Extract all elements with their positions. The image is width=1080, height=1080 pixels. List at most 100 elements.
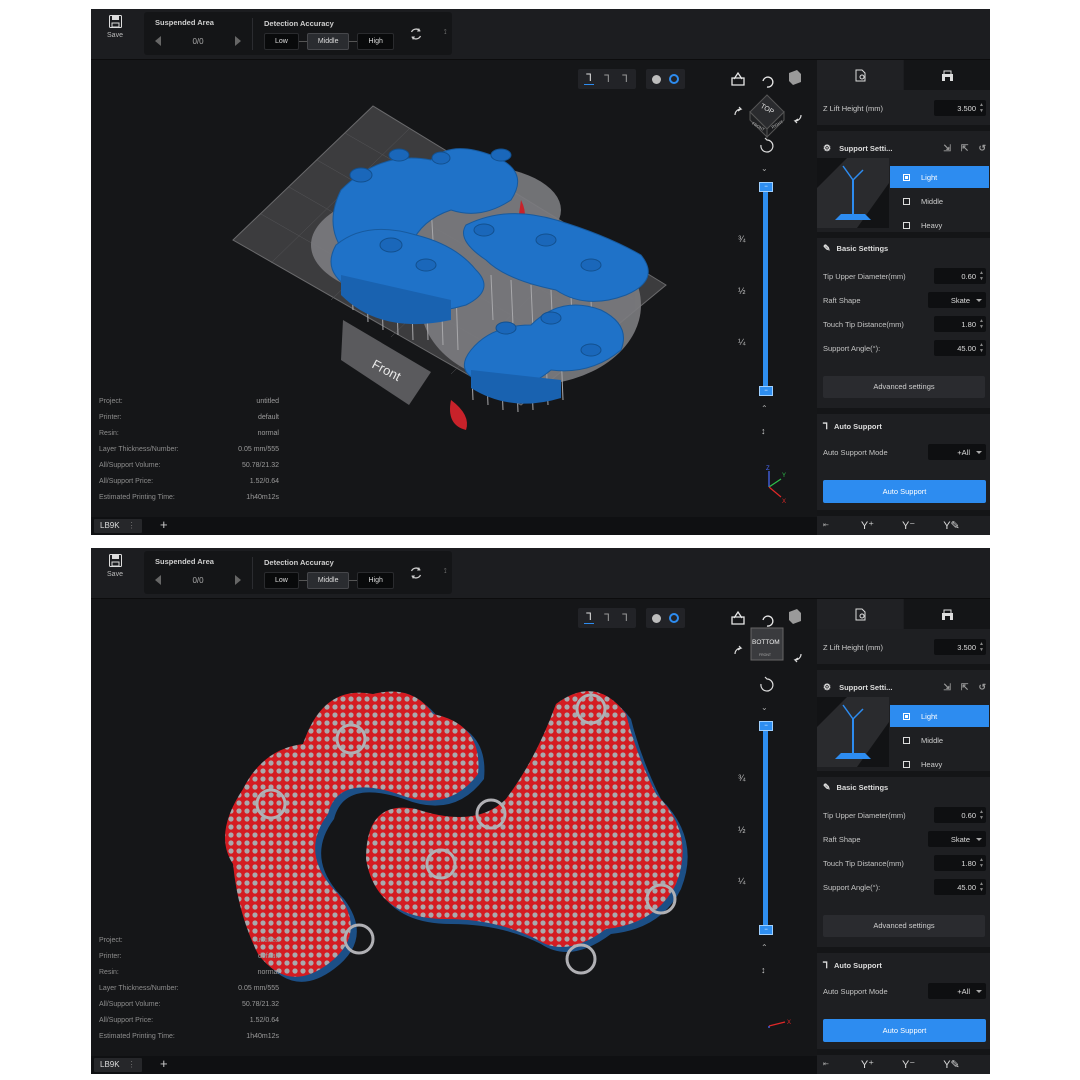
collapse-icon[interactable]: ⇤ — [823, 1060, 829, 1068]
xray-sphere-icon[interactable] — [669, 613, 679, 623]
rotate-left-icon — [734, 106, 743, 116]
printer-tab[interactable]: LB9K ⋮ — [94, 519, 142, 533]
z-lift-input[interactable]: 3.500 ▲ ▼ — [934, 639, 986, 655]
save-button[interactable]: Save — [99, 554, 131, 578]
tab-file-settings[interactable] — [817, 60, 903, 90]
solid-sphere-icon[interactable] — [652, 613, 661, 623]
tab-support[interactable] — [904, 599, 990, 629]
accuracy-middle-button[interactable]: Middle — [306, 33, 350, 50]
edit-support-icon[interactable]: Υ✎ — [943, 519, 960, 532]
file-settings-icon — [855, 69, 865, 81]
reset-icon[interactable]: ↺ — [978, 143, 986, 154]
accuracy-high-button[interactable]: High — [357, 33, 394, 50]
layer-slider[interactable]: ⌄ − − ⌃ — [758, 699, 774, 969]
layer-height-icon[interactable]: ↕ — [761, 426, 766, 436]
support-view-none-icon[interactable]: ⅂ — [620, 74, 630, 85]
chevron-down-icon[interactable]: ⌄ — [761, 164, 768, 173]
refresh-icon[interactable] — [409, 566, 423, 580]
export-icon[interactable]: ⇱ — [961, 143, 969, 154]
layer-slider[interactable]: ⌄ − − ⌃ — [758, 160, 774, 430]
support-structure-icon — [941, 70, 953, 81]
accuracy-low-button[interactable]: Low — [264, 572, 299, 589]
support-view-partial-icon[interactable]: ⅂ — [602, 613, 612, 624]
edit-support-icon[interactable]: Υ✎ — [943, 1058, 960, 1071]
solid-sphere-icon[interactable] — [652, 74, 661, 84]
chevron-up-icon[interactable]: ⌃ — [761, 943, 768, 952]
support-view-all-icon[interactable]: ⅂ — [584, 73, 594, 85]
slider-top-handle[interactable]: − — [759, 182, 773, 192]
z-lift-input[interactable]: 3.500 ▲ ▼ — [934, 100, 986, 116]
support-view-none-icon[interactable]: ⅂ — [620, 613, 630, 624]
support-view-all-icon[interactable]: ⅂ — [584, 612, 594, 624]
tip-upper-diameter-input[interactable]: 0.60 ▲ ▼ — [934, 807, 986, 823]
touch-tip-distance-input[interactable]: 1.80 ▲ ▼ — [934, 316, 986, 332]
axis-gizmo: X — [768, 1020, 791, 1028]
3d-viewport[interactable]: ⅂ ⅂ ⅂ BOTTOM FRONT ⌄ − − ⌃ ¾ ½ ¼ ↕ Proje… — [91, 599, 817, 1055]
raft-shape-select[interactable]: Skate — [928, 831, 986, 847]
app-window-bottom-view: Save Suspended Area 0/0 Detection Accura… — [91, 548, 990, 1074]
refresh-icon[interactable] — [409, 27, 423, 41]
auto-support-mode-select[interactable]: +All — [928, 444, 986, 460]
add-tab-button[interactable]: + — [160, 1056, 168, 1071]
support-level-middle[interactable]: Middle — [890, 190, 989, 212]
pin-icon[interactable]: ⟟ — [444, 568, 447, 576]
add-tab-button[interactable]: + — [160, 517, 168, 532]
3d-viewport[interactable]: Front ⅂ ⅂ ⅂ TOP FRONT RIGHT ⌄ − − ⌃ ¾ ½ … — [91, 60, 817, 516]
accuracy-middle-button[interactable]: Middle — [306, 572, 350, 589]
chevron-down-icon[interactable]: ⌄ — [761, 703, 768, 712]
support-level-light[interactable]: Light — [890, 166, 989, 188]
save-button[interactable]: Save — [99, 15, 131, 39]
accuracy-low-button[interactable]: Low — [264, 33, 299, 50]
auto-support-button[interactable]: Auto Support — [823, 1019, 986, 1042]
section-divider — [817, 664, 990, 670]
navigation-cube[interactable]: BOTTOM FRONT — [725, 606, 811, 696]
right-panel: Z Lift Height (mm) 3.500 ▲ ▼ ⚙ Support Set… — [817, 60, 990, 535]
add-support-icon[interactable]: Υ⁺ — [861, 519, 874, 532]
tab-file-settings[interactable] — [817, 599, 903, 629]
collapse-icon[interactable]: ⇤ — [823, 521, 829, 529]
support-angle-input[interactable]: 45.00 ▲ ▼ — [934, 340, 986, 356]
support-angle-input[interactable]: 45.00 ▲ ▼ — [934, 879, 986, 895]
view-mode-tools: ⅂ ⅂ ⅂ — [578, 69, 685, 89]
tip-upper-diameter-input[interactable]: 0.60 ▲ ▼ — [934, 268, 986, 284]
pin-icon[interactable]: ⟟ — [444, 29, 447, 37]
tab-support[interactable] — [904, 60, 990, 90]
support-view-partial-icon[interactable]: ⅂ — [602, 74, 612, 85]
layer-height-icon[interactable]: ↕ — [761, 965, 766, 975]
auto-support-mode-select[interactable]: +All — [928, 983, 986, 999]
info-row: Layer Thickness/Number: 0.05 mm/555 — [99, 985, 279, 992]
advanced-settings-button[interactable]: Advanced settings — [823, 915, 985, 937]
rotate-ccw-icon — [762, 76, 774, 88]
import-icon[interactable]: ⇲ — [943, 682, 951, 693]
support-level-light[interactable]: Light — [890, 705, 989, 727]
raft-shape-select[interactable]: Skate — [928, 292, 986, 308]
prev-arrow-icon[interactable] — [155, 36, 161, 46]
slider-mark-quarter: ¼ — [738, 337, 746, 347]
slider-bottom-handle[interactable]: − — [759, 386, 773, 396]
touch-tip-distance-input[interactable]: 1.80 ▲ ▼ — [934, 855, 986, 871]
support-settings-title: Support Setti... — [839, 682, 893, 692]
remove-support-icon[interactable]: Υ⁻ — [902, 519, 915, 532]
remove-support-icon[interactable]: Υ⁻ — [902, 1058, 915, 1071]
xray-sphere-icon[interactable] — [669, 74, 679, 84]
navigation-cube[interactable]: TOP FRONT RIGHT — [725, 67, 811, 157]
slider-top-handle[interactable]: − — [759, 721, 773, 731]
reset-icon[interactable]: ↺ — [978, 682, 986, 693]
accuracy-high-button[interactable]: High — [357, 572, 394, 589]
info-row: Resin: normal — [99, 430, 279, 437]
cube-view-icon — [789, 70, 801, 85]
advanced-settings-button[interactable]: Advanced settings — [823, 376, 985, 398]
next-arrow-icon[interactable] — [235, 575, 241, 585]
support-edit-tools: ⇤ Υ⁺ Υ⁻ Υ✎ — [817, 1054, 990, 1074]
chevron-up-icon[interactable]: ⌃ — [761, 404, 768, 413]
add-support-icon[interactable]: Υ⁺ — [861, 1058, 874, 1071]
export-icon[interactable]: ⇱ — [961, 682, 969, 693]
prev-arrow-icon[interactable] — [155, 575, 161, 585]
slider-bottom-handle[interactable]: − — [759, 925, 773, 935]
import-icon[interactable]: ⇲ — [943, 143, 951, 154]
info-row: Project: untitled — [99, 398, 279, 405]
auto-support-button[interactable]: Auto Support — [823, 480, 986, 503]
next-arrow-icon[interactable] — [235, 36, 241, 46]
support-level-middle[interactable]: Middle — [890, 729, 989, 751]
printer-tab[interactable]: LB9K ⋮ — [94, 1058, 142, 1072]
